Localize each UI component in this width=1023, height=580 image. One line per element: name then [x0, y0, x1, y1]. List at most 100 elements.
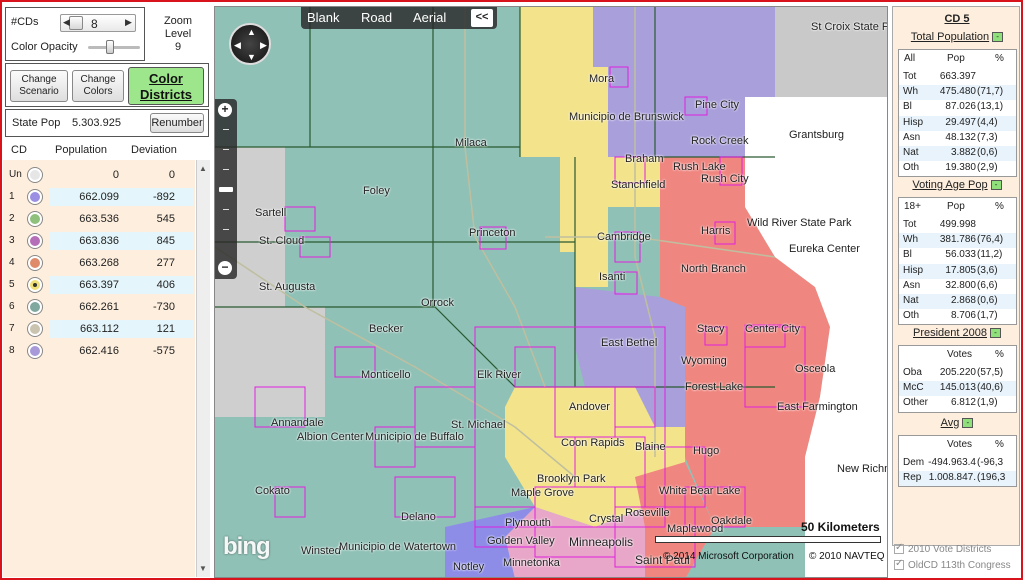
district-number: Un [9, 169, 22, 180]
vote-districts-checkbox[interactable]: 2010 Vote Districts [894, 542, 991, 555]
avg-toggle[interactable]: - [962, 418, 974, 429]
stat-row-value: 145.013 [939, 382, 976, 394]
district-row-3[interactable]: 3 663.836 845 [3, 232, 195, 250]
cds-value: 8 [91, 17, 98, 31]
voting-age-title: Voting Age Pop [912, 179, 988, 191]
view-road-button[interactable]: Road [361, 10, 392, 25]
district-row-5[interactable]: 5 663.397 406 [3, 276, 195, 294]
checkbox-check-icon[interactable] [894, 542, 904, 555]
map-place-label: Albion Center [297, 431, 364, 443]
state-pop-value: 5.303.925 [72, 117, 121, 129]
district-color-swatch[interactable] [28, 234, 42, 248]
old-cd-label: OldCD 113th Congress [908, 560, 1011, 571]
pan-compass-icon[interactable]: ▲ ◀ ▶ ▼ [229, 23, 271, 65]
zoom-slider[interactable]: + − [215, 99, 237, 279]
stat-row-label: Tot [903, 71, 917, 82]
voting-age-toggle[interactable]: - [990, 180, 1002, 191]
cds-stepper-thumb[interactable] [69, 16, 83, 30]
stat-row-value: 17.805 [945, 264, 976, 276]
zoom-tick [223, 169, 229, 170]
opacity-slider-thumb[interactable] [106, 40, 114, 54]
district-row-un[interactable]: Un 0 0 [3, 166, 195, 184]
color-opacity-label: Color Opacity [11, 41, 78, 53]
stat-row-value: -494.963.4 [928, 457, 976, 468]
stat-row-value: 499.998 [939, 219, 976, 230]
stat-row: Oba 205.220 (57,5) [899, 366, 1016, 381]
change-scenario-button[interactable]: Change Scenario [10, 70, 68, 102]
pan-down-icon[interactable]: ▼ [247, 52, 256, 62]
stat-row: Nat 2.868 (0,6) [899, 294, 1016, 309]
president-2008-toggle[interactable]: - [990, 328, 1001, 339]
district-row-6[interactable]: 6 662.261 -730 [3, 298, 195, 316]
district-population: 663.536 [79, 213, 119, 225]
opacity-slider-track[interactable] [88, 46, 140, 49]
stat-row-label: Wh [903, 234, 918, 246]
district-color-swatch[interactable] [28, 256, 42, 270]
district-number: 1 [9, 191, 15, 202]
president-2008-title: President 2008 [913, 327, 987, 339]
stat-row-value: 475.480 [939, 86, 976, 98]
district-population: 662.261 [79, 301, 119, 313]
zoom-out-icon[interactable]: − [218, 261, 232, 275]
view-aerial-button[interactable]: Aerial [413, 10, 446, 25]
pan-up-icon[interactable]: ▲ [247, 27, 256, 37]
avg-title: Avg [940, 417, 960, 429]
district-number: 2 [9, 213, 15, 224]
zoom-slider-thumb[interactable] [219, 187, 233, 192]
pan-left-icon[interactable]: ◀ [234, 40, 241, 51]
color-districts-button[interactable]: Color Districts [128, 67, 204, 105]
map-place-label: Rush Lake [673, 161, 726, 173]
change-colors-button[interactable]: Change Colors [72, 70, 124, 102]
district-population: 662.416 [79, 345, 119, 357]
old-cd-checkbox[interactable]: OldCD 113th Congress [894, 558, 1011, 571]
district-color-swatch[interactable] [28, 168, 42, 182]
stepper-right-icon[interactable]: ▶ [125, 17, 132, 28]
district-color-swatch[interactable] [28, 212, 42, 226]
district-row-7[interactable]: 7 663.112 121 [3, 320, 195, 338]
stepper-left-icon[interactable]: ◀ [63, 17, 70, 28]
district-deviation: -730 [152, 301, 175, 313]
stat-row-label: Asn [903, 131, 921, 143]
checkbox-check-icon[interactable] [894, 558, 904, 571]
stat-row-label: Tot [903, 219, 917, 230]
renumber-button[interactable]: Renumber [150, 113, 204, 133]
view-blank-button[interactable]: Blank [307, 10, 340, 25]
stat-row-label: Hisp [903, 116, 924, 128]
total-population-toggle[interactable]: - [992, 32, 1004, 43]
map-place-label: Rock Creek [691, 135, 749, 147]
zoom-in-icon[interactable]: + [218, 103, 232, 117]
stat-row: Oth 8.706 (1,7) [899, 309, 1016, 324]
district-table: Un 0 0 1 662.099 -892 2 663.536 545 3 663.836 845 4 6… [3, 160, 195, 577]
district-color-swatch[interactable] [28, 300, 42, 314]
district-color-swatch[interactable] [28, 190, 42, 204]
pan-right-icon[interactable]: ▶ [260, 40, 267, 51]
map-view[interactable]: St Croix State Park Mora Pine City Grantsbu… [214, 6, 888, 578]
stat-row-label: Oth [903, 162, 920, 174]
map-place-label: Crystal [589, 513, 624, 525]
district-number: 3 [9, 235, 15, 246]
district-row-2[interactable]: 2 663.536 545 [3, 210, 195, 228]
stat-row-pct: (76,4) [977, 234, 1004, 246]
district-row-8[interactable]: 8 662.416 -575 [3, 342, 195, 360]
stat-row-label: Nat [903, 147, 919, 158]
district-row-4[interactable]: 4 663.268 277 [3, 254, 195, 272]
district-population: 663.268 [79, 257, 119, 269]
map-place-label: Notley [453, 561, 485, 573]
district-color-swatch[interactable] [28, 344, 42, 358]
scroll-up-icon[interactable]: ▲ [199, 164, 207, 173]
map-place-label: Coon Rapids [561, 437, 625, 449]
map-place-label: Center City [745, 323, 801, 335]
stat-header-row: All Pop% [899, 50, 1016, 68]
stat-col-value: Votes [947, 349, 973, 360]
stat-row: Wh 475.480 (71,7) [899, 85, 1016, 101]
district-row-1[interactable]: 1 662.099 -892 [3, 188, 195, 206]
district-color-swatch[interactable] [28, 322, 42, 336]
district-population: 663.836 [79, 235, 119, 247]
cds-stepper[interactable]: ◀ 8 ▶ [60, 14, 136, 32]
map-scale-label: 50 Kilometers [801, 520, 880, 534]
map-place-label: Osceola [795, 363, 836, 375]
scroll-down-icon[interactable]: ▼ [199, 564, 207, 573]
district-scrollbar[interactable]: ▲ ▼ [196, 160, 210, 577]
stat-col-pct: % [995, 201, 1004, 212]
collapse-toolbar-button[interactable]: << [471, 9, 493, 27]
